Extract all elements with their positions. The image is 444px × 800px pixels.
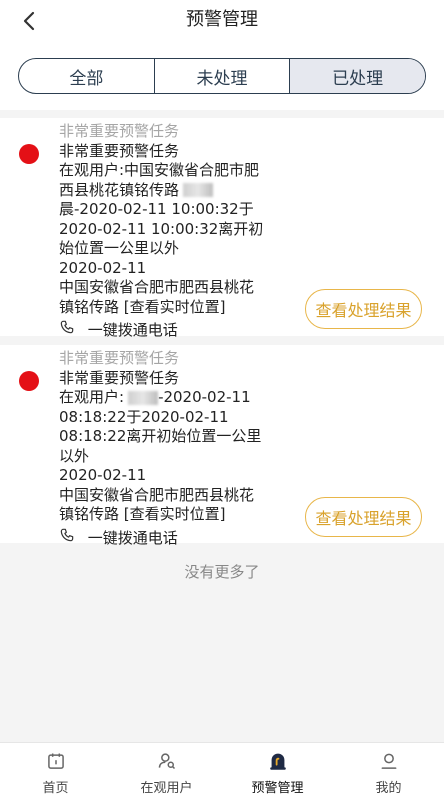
view-result-button[interactable]: 查看处理结果 xyxy=(305,497,422,537)
alert-detail-line: 以外 xyxy=(59,446,90,465)
view-location-link[interactable]: 镇铭传路 [查看实时位置] xyxy=(59,505,299,525)
tab-label: 首页 xyxy=(42,781,69,796)
alert-detail-line: 在观用户:中国安徽省合肥市肥 xyxy=(59,161,260,179)
alert-card[interactable]: 非常重要预警任务 非常重要预警任务 在观用户: -2020-02-11 08:18… xyxy=(0,345,444,547)
tab-mine[interactable]: 我的 xyxy=(333,743,444,800)
alert-detail-line: 08:18:22于2020-02-11 xyxy=(59,407,229,426)
filter-bar: 全部 未处理 已处理 xyxy=(0,44,444,110)
user-search-icon xyxy=(156,750,178,772)
alert-content: 非常重要预警任务 非常重要预警任务 在观用户:中国安徽省合肥市肥 西县桃花镇铭传… xyxy=(59,122,299,341)
alarm-icon xyxy=(267,750,289,772)
alert-detail-line: 在观用户: xyxy=(59,388,125,406)
redacted-name xyxy=(183,183,214,197)
alert-title: 非常重要预警任务 xyxy=(59,368,180,387)
status-dot-icon xyxy=(19,371,39,391)
redacted-name xyxy=(128,390,159,405)
alert-address: 中国安徽省合肥市肥西县桃花 xyxy=(59,485,255,504)
calendar-icon xyxy=(45,750,67,772)
alert-content: 非常重要预警任务 非常重要预警任务 在观用户: -2020-02-11 08:18… xyxy=(59,349,299,548)
alert-detail-line: -2020-02-11 xyxy=(158,388,251,406)
alert-title: 非常重要预警任务 xyxy=(59,141,180,160)
alert-card[interactable]: 非常重要预警任务 非常重要预警任务 在观用户:中国安徽省合肥市肥 西县桃花镇铭传… xyxy=(0,118,444,339)
profile-icon xyxy=(378,750,400,772)
dial-row[interactable]: 一键拨通电话 xyxy=(59,527,299,549)
alert-detail-line: 始位置一公里以外 xyxy=(59,239,180,257)
tab-label: 在观用户 xyxy=(140,781,193,796)
phone-icon xyxy=(59,527,77,545)
alert-detail-line: 西县桃花镇铭传路 xyxy=(59,180,180,199)
alert-category: 非常重要预警任务 xyxy=(59,122,180,140)
top-bar: 预警管理 xyxy=(0,0,444,44)
phone-icon xyxy=(59,319,77,337)
alert-detail-line: 晨-2020-02-11 10:00:32于 xyxy=(59,200,254,218)
alert-date: 2020-02-11 xyxy=(59,466,147,484)
tab-label: 预警管理 xyxy=(251,781,304,796)
tab-observed-users[interactable]: 在观用户 xyxy=(111,743,222,800)
alert-address: 中国安徽省合肥市肥西县桃花 xyxy=(59,278,255,296)
tab-all[interactable]: 全部 xyxy=(19,59,155,93)
tab-home[interactable]: 首页 xyxy=(0,743,111,800)
tab-alert-management[interactable]: 预警管理 xyxy=(222,743,333,800)
alert-date: 2020-02-11 xyxy=(59,258,147,277)
tab-processed[interactable]: 已处理 xyxy=(290,59,425,93)
page-title: 预警管理 xyxy=(186,9,258,30)
no-more-text: 没有更多了 xyxy=(184,563,260,581)
tab-unprocessed[interactable]: 未处理 xyxy=(155,59,291,93)
dial-row[interactable]: 一键拨通电话 xyxy=(59,319,299,341)
dial-label: 一键拨通电话 xyxy=(87,321,178,339)
status-dot-icon xyxy=(19,144,39,164)
alert-category: 非常重要预警任务 xyxy=(59,349,180,367)
status-segmented-control: 全部 未处理 已处理 xyxy=(18,58,426,94)
tab-label: 我的 xyxy=(375,781,402,796)
bottom-tab-bar: 首页 在观用户 预警管理 我的 xyxy=(0,742,444,800)
alert-detail-line: 08:18:22离开初始位置一公里 xyxy=(59,427,262,445)
view-result-button[interactable]: 查看处理结果 xyxy=(305,289,422,329)
alert-detail-line: 2020-02-11 10:00:32离开初 xyxy=(59,219,264,238)
dial-label: 一键拨通电话 xyxy=(87,528,178,547)
view-location-link[interactable]: 镇铭传路 [查看实时位置] xyxy=(59,298,299,318)
